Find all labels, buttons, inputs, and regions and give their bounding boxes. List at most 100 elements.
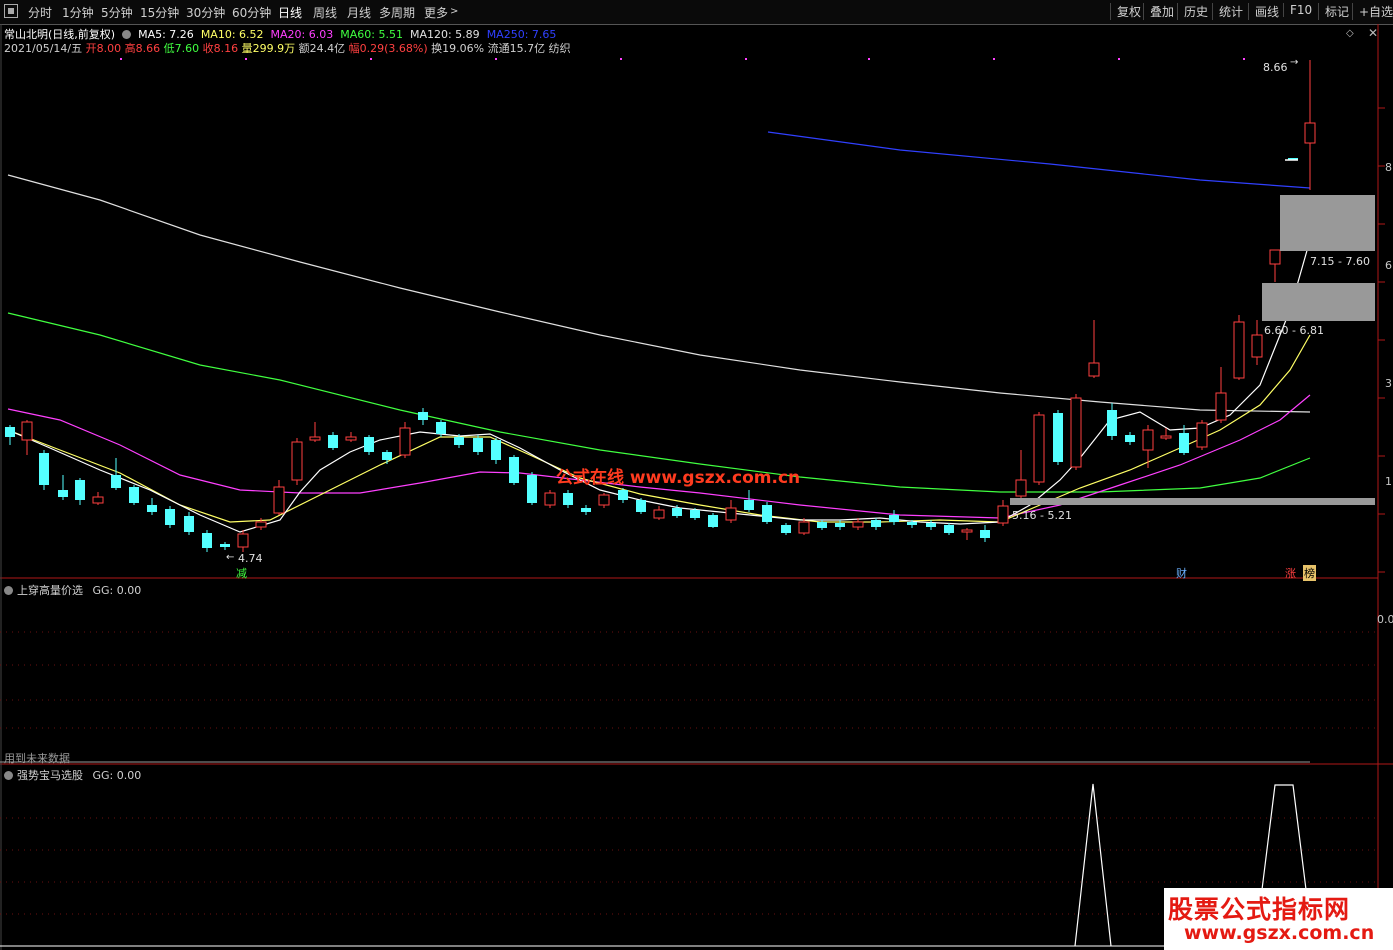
candle-body-up <box>237 533 249 548</box>
candle-body-up <box>309 436 321 441</box>
panel3-title[interactable]: 强势宝马选股 <box>17 769 83 782</box>
candle-body-down <box>1107 410 1117 436</box>
arrow-right-icon: → <box>1290 57 1299 68</box>
candle-body-down <box>473 438 483 452</box>
candle-body-down <box>581 508 591 512</box>
top-marker-dot <box>370 58 372 60</box>
candle-body-up <box>725 507 737 521</box>
candle-body-up <box>255 521 267 528</box>
candle-body-up <box>1233 321 1245 379</box>
price-tick-8: 8 <box>1385 161 1392 174</box>
candle-body-up <box>399 427 411 456</box>
panel2-value: GG: 0.00 <box>92 584 142 597</box>
candle-body-down <box>563 493 573 505</box>
candle-body-down <box>744 500 754 510</box>
candle-body-down <box>436 422 446 434</box>
zone3-label: 5.16 - 5.21 <box>1012 509 1072 522</box>
candle-body-down <box>5 427 15 437</box>
candle-body-up <box>1304 122 1316 144</box>
candle-body-down <box>636 500 646 512</box>
candle-body-up <box>1160 435 1172 439</box>
candle-body-down <box>817 522 827 528</box>
top-marker-dot <box>620 58 622 60</box>
top-marker-dot <box>745 58 747 60</box>
panel3-header: 强势宝马选股 GG: 0.00 <box>4 767 141 783</box>
candle-body-down <box>220 544 230 547</box>
brand-title: 股票公式指标网 <box>1168 895 1351 924</box>
price-tick-3: 3 <box>1385 377 1392 390</box>
candle-body-down <box>690 510 700 518</box>
candle-body-up <box>1215 392 1227 421</box>
candle-body-down <box>58 490 68 497</box>
candle-body-down <box>184 516 194 532</box>
candle-body-up <box>961 529 973 533</box>
candle-body-down <box>382 452 392 460</box>
candle-body-down <box>1179 433 1189 453</box>
candle-body-down <box>129 487 139 503</box>
event-marker-zhang[interactable]: 涨 <box>1285 565 1296 581</box>
candle-body-down <box>1053 413 1063 462</box>
candle-body-down <box>491 440 501 460</box>
top-marker-dot <box>120 58 122 60</box>
candle-body-up <box>345 436 357 441</box>
candle-body-down <box>708 515 718 527</box>
panel2-tick: 0.0 <box>1377 613 1393 626</box>
low-price-label: 4.74 <box>238 552 263 565</box>
candle-body-up <box>798 521 810 534</box>
event-marker-cai[interactable]: 财 <box>1176 565 1187 581</box>
candle-body-up <box>997 505 1009 524</box>
zone-box-1 <box>1280 195 1375 251</box>
candle-body-down <box>165 509 175 525</box>
candle-body-down <box>781 525 791 533</box>
candle-body-up <box>1015 479 1027 497</box>
candle-body-down <box>328 435 338 448</box>
candle-body-up <box>1033 414 1045 483</box>
candle-body-down <box>75 480 85 500</box>
ma120-line <box>7 174 1311 413</box>
candle-body-up <box>92 496 104 504</box>
candle-body-up <box>852 521 864 528</box>
candle-body-down <box>980 530 990 538</box>
candle-body-up <box>1251 334 1263 358</box>
candle-body-up <box>598 494 610 506</box>
candle-body-down <box>871 520 881 527</box>
high-price-label: 8.66 <box>1263 61 1288 74</box>
candle-body-down <box>111 475 121 488</box>
candle-body-up <box>1070 397 1082 468</box>
collapse-icon[interactable] <box>4 771 13 780</box>
candle-body-up <box>1088 362 1100 377</box>
signal-spike <box>1074 783 1112 947</box>
event-marker-bang[interactable]: 榜 <box>1303 565 1316 581</box>
zone-box-3 <box>1010 498 1375 505</box>
arrow-left-icon: ← <box>226 552 235 563</box>
collapse-icon[interactable] <box>4 586 13 595</box>
candle-body-down <box>454 437 464 445</box>
candle-body-down <box>147 505 157 512</box>
candle-body-up <box>1269 249 1281 265</box>
candle-body-up <box>21 421 33 441</box>
candle-body-down <box>509 457 519 483</box>
candle-body-down <box>926 523 936 527</box>
candle-body-down <box>907 522 917 525</box>
candle-body-up <box>291 441 303 481</box>
candle-body-down <box>527 475 537 503</box>
candle-body-down <box>618 490 628 500</box>
candle-body-down <box>364 437 374 452</box>
candle-body-down <box>39 453 49 485</box>
panel2-title[interactable]: 上穿高量价选 <box>17 584 83 597</box>
zone1-label: 7.15 - 7.60 <box>1310 255 1370 268</box>
candle-body-up <box>273 486 285 514</box>
candle-body-up <box>1142 429 1154 451</box>
candle-body-down <box>889 515 899 522</box>
event-marker-jian[interactable]: 减 <box>236 565 247 581</box>
candle-body-up <box>544 492 556 506</box>
support-zones <box>1010 195 1375 505</box>
candle-body-down <box>418 412 428 420</box>
brand-logo: 股票公式指标网 www.gszx.com.cn <box>1164 888 1393 950</box>
ma5-line <box>7 239 1311 533</box>
brand-url: www.gszx.com.cn <box>1184 922 1375 944</box>
price-tick-6: 6 <box>1385 259 1392 272</box>
candle-body-down <box>202 533 212 548</box>
price-tick-1: 1 <box>1385 475 1392 488</box>
ma250-line <box>767 131 1311 189</box>
